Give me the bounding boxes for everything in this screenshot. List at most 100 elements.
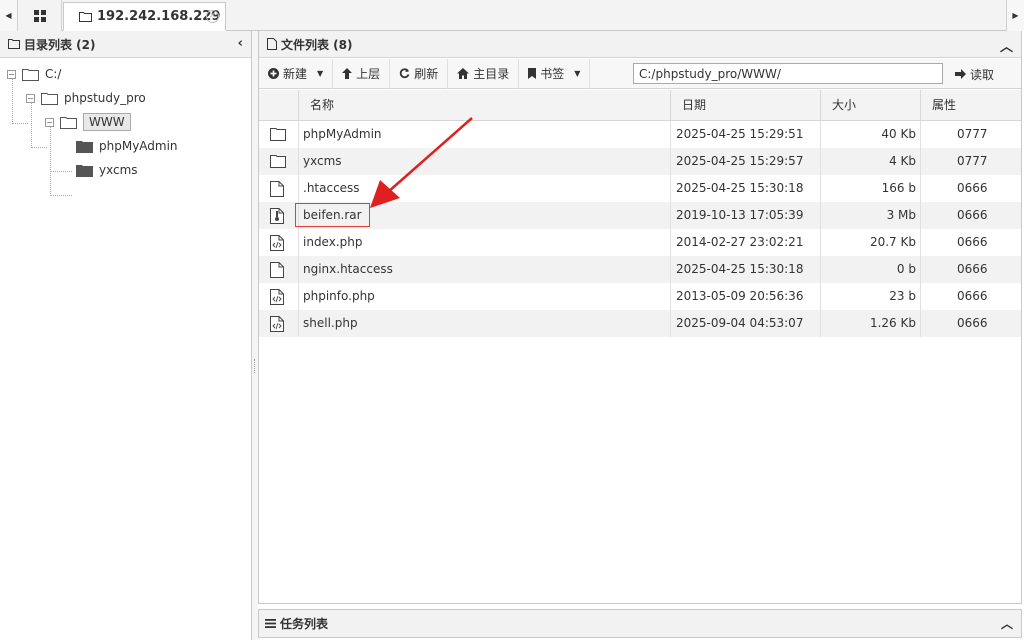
tree-node-label: yxcms xyxy=(99,163,138,177)
col-name-header[interactable]: 名称 xyxy=(299,90,671,121)
tree-node-label: phpMyAdmin xyxy=(99,139,178,153)
file-attr: 0666 xyxy=(957,208,988,222)
file-size: 166 b xyxy=(821,175,921,202)
home-icon xyxy=(457,68,470,79)
refresh-icon xyxy=(400,68,410,79)
path-input[interactable] xyxy=(633,63,943,84)
folder-outline-icon xyxy=(41,92,58,105)
folder-outline-icon xyxy=(79,12,92,22)
file-outline-icon xyxy=(267,38,277,50)
table-row[interactable]: nginx.htaccess 2025-04-25 15:30:18 0 b 0666 xyxy=(259,256,1021,283)
directory-panel-header: 目录列表 (2) ‹ xyxy=(0,31,251,58)
file-date: 2025-04-25 15:29:57 xyxy=(671,148,821,175)
tree-node-label-selected: WWW xyxy=(83,113,131,131)
bookmark-button-label: 书签 xyxy=(540,67,565,81)
task-panel-title: 任务列表 xyxy=(280,617,329,631)
file-attr: 0777 xyxy=(957,127,988,141)
read-button-label: 读取 xyxy=(970,67,995,82)
file-size: 0 b xyxy=(821,256,921,283)
tree-node-label: phpstudy_pro xyxy=(64,91,146,105)
tree-node-phpmyadmin[interactable]: phpMyAdmin xyxy=(76,135,178,157)
tab-host-label: 192.242.168.229 xyxy=(97,9,221,24)
file-date: 2013-05-09 20:56:36 xyxy=(671,283,821,310)
collapse-left-icon[interactable]: ‹ xyxy=(238,36,243,51)
bookmark-button[interactable]: 书签 ▼ xyxy=(519,58,591,89)
tab-home[interactable] xyxy=(18,0,62,31)
file-name[interactable]: shell.php xyxy=(299,310,671,337)
file-size: 3 Mb xyxy=(821,202,921,229)
folder-outline-icon xyxy=(60,116,77,129)
tree-collapse-icon[interactable]: − xyxy=(45,117,54,127)
icon-cell xyxy=(259,175,299,202)
new-button-label: 新建 xyxy=(283,67,308,81)
tree-collapse-icon[interactable]: − xyxy=(26,93,35,103)
tree-collapse-icon[interactable]: − xyxy=(7,69,16,79)
refresh-button[interactable]: 刷新 xyxy=(390,58,449,89)
folder-outline-icon xyxy=(8,39,20,49)
file-date: 2025-04-25 15:30:18 xyxy=(671,175,821,202)
tree-node-phpstudy[interactable]: − phpstudy_pro xyxy=(26,87,146,109)
file-attr: 0666 xyxy=(957,235,988,249)
read-button[interactable]: 读取 xyxy=(949,59,1000,89)
table-row[interactable]: index.php 2014-02-27 23:02:21 20.7 Kb 0666 xyxy=(259,229,1021,256)
file-name[interactable]: yxcms xyxy=(299,148,671,175)
table-row[interactable]: phpinfo.php 2013-05-09 20:56:36 23 b 0666 xyxy=(259,283,1021,310)
caret-down-icon: ▼ xyxy=(574,69,581,78)
file-date: 2025-04-25 15:30:18 xyxy=(671,256,821,283)
tab-scroll-right-button[interactable]: ▶ xyxy=(1006,0,1024,31)
file-name[interactable]: .htaccess xyxy=(299,175,671,202)
refresh-button-label: 刷新 xyxy=(414,67,439,81)
chevron-up-icon[interactable]: ︿ xyxy=(1000,36,1013,55)
table-row[interactable]: shell.php 2025-09-04 04:53:07 1.26 Kb 0666 xyxy=(259,310,1021,337)
icon-cell xyxy=(259,283,299,310)
bookmark-icon xyxy=(528,68,537,79)
folder-filled-icon xyxy=(76,140,93,153)
file-size: 23 b xyxy=(821,283,921,310)
tree-node-www[interactable]: − WWW xyxy=(45,111,131,133)
file-name[interactable]: index.php xyxy=(299,229,671,256)
file-date: 2019-10-13 17:05:39 xyxy=(671,202,821,229)
home-button-label: 主目录 xyxy=(473,67,510,81)
file-size: 20.7 Kb xyxy=(821,229,921,256)
file-attr: 0666 xyxy=(957,181,988,195)
file-name[interactable]: phpinfo.php xyxy=(299,283,671,310)
arrow-up-icon xyxy=(342,68,353,79)
chevron-up-icon[interactable]: ︿ xyxy=(1001,615,1013,632)
home-button[interactable]: 主目录 xyxy=(448,58,520,89)
file-attr: 0666 xyxy=(957,316,988,330)
col-size-header[interactable]: 大小 xyxy=(821,90,921,121)
file-name[interactable]: phpMyAdmin xyxy=(299,121,671,148)
directory-panel: 目录列表 (2) ‹ − C:/ − phpstudy_pro − WWW ph… xyxy=(0,31,252,640)
tab-close-icon[interactable]: ✕ xyxy=(206,10,219,23)
file-date: 2025-09-04 04:53:07 xyxy=(671,310,821,337)
file-panel-header: 文件列表 (8) ︿ xyxy=(259,31,1021,58)
tree-node-root[interactable]: − C:/ xyxy=(7,63,61,85)
new-button[interactable]: 新建 ▼ xyxy=(259,58,334,89)
tab-host[interactable]: 192.242.168.229 ✕ xyxy=(63,2,226,31)
file-date: 2025-04-25 15:29:51 xyxy=(671,121,821,148)
task-panel[interactable]: 任务列表 ︿ xyxy=(258,609,1022,638)
plus-circle-icon xyxy=(268,68,279,79)
icon-cell xyxy=(259,148,299,175)
list-icon xyxy=(265,619,276,628)
file-name[interactable]: nginx.htaccess xyxy=(299,256,671,283)
directory-panel-title: 目录列表 (2) xyxy=(24,37,96,52)
folder-filled-icon xyxy=(76,164,93,177)
icon-cell xyxy=(259,310,299,337)
tab-scroll-left-button[interactable]: ◀ xyxy=(0,0,18,31)
icon-cell xyxy=(259,229,299,256)
folder-outline-icon xyxy=(22,68,39,81)
file-toolbar: 新建 ▼ 上层 刷新 主目录 书签 ▼ C:/phpstudy_pro/WWW/… xyxy=(259,58,1021,89)
col-date-header[interactable]: 日期 xyxy=(671,90,821,121)
file-attr: 0666 xyxy=(957,262,988,276)
col-icon-header xyxy=(259,90,299,121)
icon-cell xyxy=(259,256,299,283)
up-button[interactable]: 上层 xyxy=(333,58,391,89)
directory-tree: − C:/ − phpstudy_pro − WWW phpMyAdmin yx… xyxy=(0,58,251,196)
caret-down-icon: ▼ xyxy=(317,69,324,78)
annotation-highlight-box xyxy=(295,203,370,227)
arrow-right-icon xyxy=(955,69,966,79)
col-attr-header[interactable]: 属性 xyxy=(921,90,1021,121)
tree-node-yxcms[interactable]: yxcms xyxy=(76,159,138,181)
grid-icon xyxy=(33,9,46,22)
